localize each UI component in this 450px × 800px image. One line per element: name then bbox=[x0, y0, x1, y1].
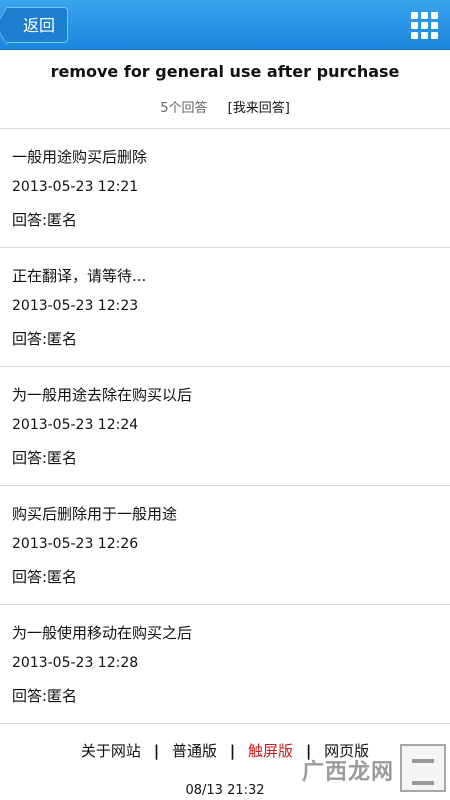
answer-count: 5个回答 bbox=[160, 101, 208, 116]
answer-author: 回答:匿名 bbox=[12, 211, 78, 229]
answer-text: 为一般用途去除在购买以后 bbox=[12, 386, 193, 404]
answer-text: 一般用途购买后删除 bbox=[12, 148, 148, 166]
my-answer-link[interactable]: [我来回答] bbox=[228, 101, 290, 116]
grid-menu-icon[interactable] bbox=[411, 12, 438, 39]
watermark-box-icon bbox=[400, 744, 446, 792]
footer-separator: | bbox=[153, 742, 160, 760]
answer-time: 2013-05-23 12:26 bbox=[12, 536, 139, 552]
question-meta: 5个回答 [我来回答] bbox=[0, 97, 450, 116]
watermark-logo: 广西龙网 bbox=[296, 744, 446, 792]
answer-author: 回答:匿名 bbox=[12, 449, 78, 467]
answer-time: 2013-05-23 12:24 bbox=[12, 417, 139, 433]
answer-item: 为一般使用移动在购买之后 2013-05-23 12:28 回答:匿名 bbox=[0, 605, 450, 724]
answer-author: 回答:匿名 bbox=[12, 568, 78, 586]
answer-item: 正在翻译，请等待... 2013-05-23 12:23 回答:匿名 bbox=[0, 248, 450, 367]
answer-time: 2013-05-23 12:28 bbox=[12, 655, 139, 671]
answer-text: 正在翻译，请等待... bbox=[12, 267, 147, 285]
footer-link-standard[interactable]: 普通版 bbox=[172, 742, 217, 760]
answer-time: 2013-05-23 12:21 bbox=[12, 179, 139, 195]
footer-link-about[interactable]: 关于网站 bbox=[81, 742, 141, 760]
answer-item: 购买后删除用于一般用途 2013-05-23 12:26 回答:匿名 bbox=[0, 486, 450, 605]
top-bar: 返回 bbox=[0, 0, 450, 50]
footer-separator: | bbox=[229, 742, 236, 760]
answer-list: 一般用途购买后删除 2013-05-23 12:21 回答:匿名 正在翻译，请等… bbox=[0, 128, 450, 724]
footer-link-touch[interactable]: 触屏版 bbox=[248, 742, 293, 760]
question-title: remove for general use after purchase bbox=[50, 62, 400, 81]
answer-item: 一般用途购买后删除 2013-05-23 12:21 回答:匿名 bbox=[0, 129, 450, 248]
answer-time: 2013-05-23 12:23 bbox=[12, 298, 139, 314]
back-button[interactable]: 返回 bbox=[0, 7, 68, 45]
answer-author: 回答:匿名 bbox=[12, 687, 78, 705]
answer-author: 回答:匿名 bbox=[12, 330, 78, 348]
answer-text: 购买后删除用于一般用途 bbox=[12, 505, 178, 523]
answer-item: 为一般用途去除在购买以后 2013-05-23 12:24 回答:匿名 bbox=[0, 367, 450, 486]
watermark-text: 广西龙网 bbox=[301, 760, 394, 785]
back-button-label: 返回 bbox=[23, 16, 56, 35]
answer-text: 为一般使用移动在购买之后 bbox=[12, 624, 193, 642]
